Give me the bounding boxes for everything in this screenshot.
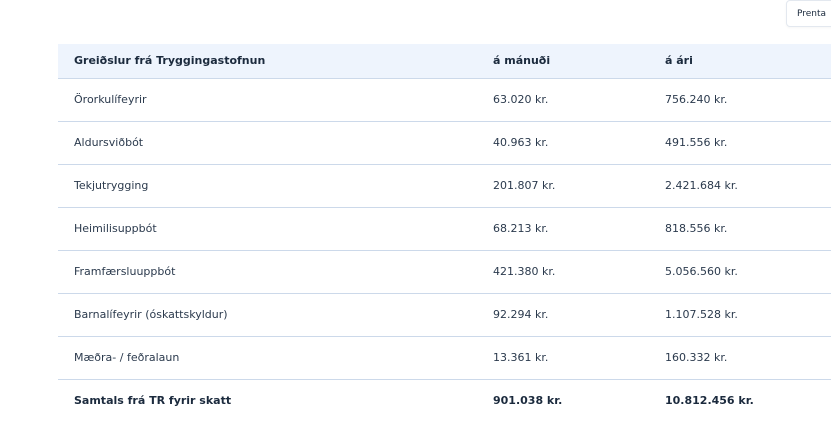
print-button[interactable]: Prenta: [786, 0, 831, 27]
table-row: Örorkulífeyrir 63.020 kr. 756.240 kr.: [58, 78, 831, 122]
header-yearly: á ári: [665, 44, 831, 79]
row-yearly: 818.556 kr.: [665, 207, 831, 251]
row-monthly: 421.380 kr.: [493, 250, 665, 294]
row-yearly: 5.056.560 kr.: [665, 250, 831, 294]
row-label: Framfærsluuppbót: [58, 250, 493, 294]
row-monthly: 63.020 kr.: [493, 78, 665, 122]
table-total-row: Samtals frá TR fyrir skatt 901.038 kr. 1…: [58, 379, 831, 422]
table-row: Framfærsluuppbót 421.380 kr. 5.056.560 k…: [58, 250, 831, 294]
header-monthly: á mánuði: [493, 44, 665, 79]
row-monthly: 201.807 kr.: [493, 164, 665, 208]
row-yearly: 1.107.528 kr.: [665, 293, 831, 337]
row-monthly: 13.361 kr.: [493, 336, 665, 380]
page: Prenta Greiðslur frá Tryggingastofnun á …: [0, 0, 831, 443]
row-monthly: 92.294 kr.: [493, 293, 665, 337]
row-yearly: 2.421.684 kr.: [665, 164, 831, 208]
table-row: Mæðra- / feðralaun 13.361 kr. 160.332 kr…: [58, 336, 831, 380]
row-yearly: 491.556 kr.: [665, 121, 831, 165]
row-label: Aldursviðbót: [58, 121, 493, 165]
table-row: Tekjutrygging 201.807 kr. 2.421.684 kr.: [58, 164, 831, 208]
header-payments: Greiðslur frá Tryggingastofnun: [58, 44, 493, 79]
row-label: Örorkulífeyrir: [58, 78, 493, 122]
total-yearly: 10.812.456 kr.: [665, 394, 754, 408]
row-monthly: 40.963 kr.: [493, 121, 665, 165]
row-yearly: 756.240 kr.: [665, 78, 831, 122]
payments-table: Greiðslur frá Tryggingastofnun á mánuði …: [58, 44, 831, 422]
table-row: Aldursviðbót 40.963 kr. 491.556 kr.: [58, 121, 831, 165]
row-monthly: 68.213 kr.: [493, 207, 665, 251]
total-monthly: 901.038 kr.: [493, 394, 563, 408]
table-row: Barnalífeyrir (óskattskyldur) 92.294 kr.…: [58, 293, 831, 337]
print-button-label: Prenta: [797, 8, 827, 19]
row-yearly: 160.332 kr.: [665, 336, 831, 380]
total-label: Samtals frá TR fyrir skatt: [74, 394, 232, 408]
row-label: Tekjutrygging: [58, 164, 493, 208]
row-label: Heimilisuppbót: [58, 207, 493, 251]
table-header-row: Greiðslur frá Tryggingastofnun á mánuði …: [58, 44, 831, 79]
row-label: Mæðra- / feðralaun: [58, 336, 493, 380]
row-label: Barnalífeyrir (óskattskyldur): [58, 293, 493, 337]
table-row: Heimilisuppbót 68.213 kr. 818.556 kr.: [58, 207, 831, 251]
